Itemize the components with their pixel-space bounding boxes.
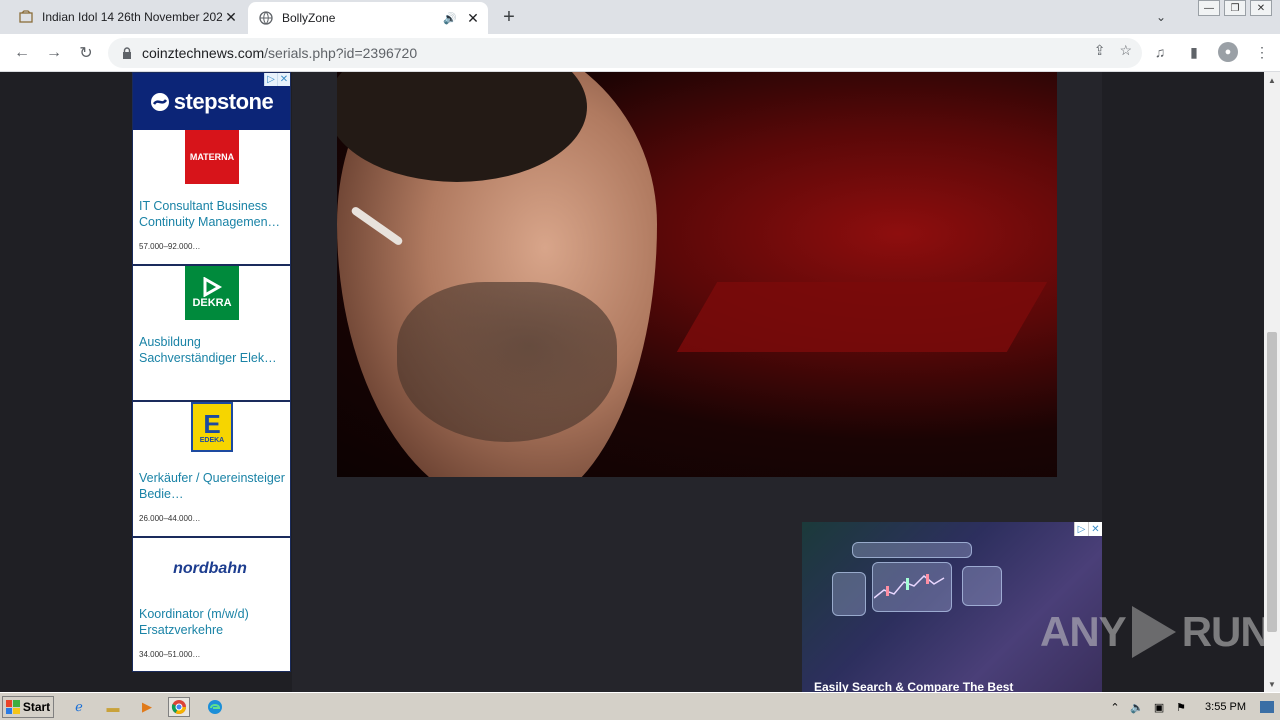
start-label: Start	[22, 700, 51, 714]
stepstone-brand: stepstone	[173, 88, 274, 114]
stepstone-logo-icon	[150, 92, 169, 111]
materna-logo: MATERNA	[185, 130, 239, 184]
volume-icon[interactable]: 🔈	[1129, 699, 1145, 715]
job-salary: 26.000–44.000…	[139, 514, 201, 523]
watermark-text-left: ANY	[1040, 608, 1127, 655]
speaker-icon[interactable]: 🔊	[442, 10, 458, 26]
share-icon[interactable]: ⇪	[1094, 42, 1106, 59]
windows-taskbar: Start ℯ ▬ ▶ ⌃ 🔈 ▣ ⚑ 3:55 PM	[0, 692, 1280, 720]
network-icon[interactable]: ▣	[1151, 699, 1167, 715]
menu-kebab-icon[interactable]: ⋮	[1252, 40, 1272, 64]
ad-choices[interactable]: ▷ ✕	[264, 73, 290, 86]
start-button[interactable]: Start	[2, 696, 54, 718]
tab-bollyzone[interactable]: BollyZone 🔊 ✕	[248, 2, 488, 34]
job-title[interactable]: IT Consultant Business Continuity Manage…	[139, 198, 287, 230]
back-arrow-icon[interactable]: ←	[10, 41, 34, 65]
show-desktop-icon[interactable]	[1260, 701, 1274, 713]
url-path: /serials.php?id=2396720	[264, 45, 418, 61]
chevron-up-icon[interactable]: ⌃	[1107, 699, 1123, 715]
adchoices-icon[interactable]: ▷	[264, 73, 277, 86]
url-host: coinztechnews.com	[142, 45, 265, 61]
job-salary: 57.000–92.000…	[139, 242, 201, 251]
video-player[interactable]	[337, 72, 1057, 477]
tab-title: BollyZone	[282, 11, 336, 25]
job-title[interactable]: Ausbildung Sachverständiger Elek…	[139, 334, 287, 366]
close-ad-icon[interactable]: ✕	[1088, 522, 1102, 536]
address-bar[interactable]: coinztechnews.com/serials.php?id=2396720…	[108, 38, 1142, 68]
chevron-down-icon[interactable]: ⌄	[1150, 6, 1172, 28]
close-window-button[interactable]: ✕	[1250, 0, 1272, 16]
profile-avatar-icon[interactable]: ●	[1218, 42, 1238, 62]
system-tray: ⌃ 🔈 ▣ ⚑ 3:55 PM	[1101, 695, 1280, 719]
forward-arrow-icon[interactable]: →	[42, 41, 66, 65]
scrollbar-thumb[interactable]	[1267, 332, 1277, 632]
lock-icon	[120, 46, 134, 60]
tab-indian-idol[interactable]: Indian Idol 14 26th November 2023 ✕	[8, 0, 246, 34]
scroll-up-arrow-icon[interactable]: ▲	[1264, 72, 1280, 88]
watermark-text-right: RUN	[1181, 608, 1264, 655]
edeka-logo: E EDEKA	[191, 402, 233, 452]
edge-icon[interactable]	[204, 697, 226, 717]
scroll-down-arrow-icon[interactable]: ▼	[1264, 676, 1280, 692]
job-title[interactable]: Verkäufer / Quereinsteiger Bedie…	[139, 470, 287, 502]
flag-icon[interactable]: ⚑	[1173, 699, 1189, 715]
side-panel-icon[interactable]: ▮	[1184, 40, 1204, 64]
browser-toolbar: ← → ↻ coinztechnews.com/serials.php?id=2…	[0, 34, 1280, 72]
close-tab-icon[interactable]: ✕	[222, 8, 240, 26]
clock[interactable]: 3:55 PM	[1205, 701, 1246, 713]
page-scrollbar[interactable]: ▲ ▼	[1264, 72, 1280, 692]
restore-button[interactable]: ❐	[1224, 0, 1246, 16]
close-ad-icon[interactable]: ✕	[277, 73, 290, 86]
window-controls: — ❐ ✕	[1198, 0, 1272, 16]
job-title[interactable]: Koordinator (m/w/d) Ersatzverkehre	[139, 606, 287, 638]
ad-choices[interactable]: ▷ ✕	[1074, 522, 1102, 536]
job-ad-item[interactable]: E EDEKA Verkäufer / Quereinsteiger Bedie…	[133, 402, 290, 538]
new-tab-button[interactable]: +	[498, 6, 520, 28]
job-salary: 34.000–51.000…	[139, 650, 201, 659]
media-control-icon[interactable]: ♫	[1150, 40, 1170, 64]
video-frame-beard	[397, 282, 617, 442]
ad-chart-panel	[962, 566, 1002, 606]
job-ad-item[interactable]: DEKRA Ausbildung Sachverständiger Elek…	[133, 266, 290, 402]
reload-icon[interactable]: ↻	[74, 41, 98, 65]
close-tab-icon[interactable]: ✕	[464, 9, 482, 27]
adchoices-icon[interactable]: ▷	[1074, 522, 1088, 536]
dekra-triangle-icon	[203, 277, 223, 297]
job-ad-item[interactable]: MATERNA IT Consultant Business Continuit…	[133, 130, 290, 266]
tab-strip: Indian Idol 14 26th November 2023 ✕ Boll…	[0, 0, 1280, 34]
job-ad-column[interactable]: stepstone ▷ ✕ MATERNA IT Consultant Busi…	[132, 72, 291, 672]
windows-logo-icon	[5, 700, 20, 714]
toolbar-actions: ♫ ▮ ● ⋮	[1150, 40, 1272, 64]
folder-icon[interactable]: ▬	[102, 697, 124, 717]
tab-title: Indian Idol 14 26th November 2023	[42, 10, 222, 24]
internet-explorer-icon[interactable]: ℯ	[68, 697, 90, 717]
media-player-icon[interactable]: ▶	[136, 697, 158, 717]
chrome-icon[interactable]	[168, 697, 190, 717]
page-icon	[18, 9, 34, 25]
anyrun-watermark: ANY RUN	[1040, 606, 1264, 658]
web-page: stepstone ▷ ✕ MATERNA IT Consultant Busi…	[0, 72, 1264, 692]
edeka-logo-text: EDEKA	[199, 436, 225, 444]
edeka-e-icon: E	[203, 408, 221, 439]
ad-caption[interactable]: Easily Search & Compare The Best	[814, 680, 1013, 692]
nordbahn-logo: nordbahn	[173, 560, 247, 577]
ad-chart-panel	[832, 572, 866, 616]
video-frame-background	[676, 282, 1048, 352]
ad-candlestick-graphic	[874, 574, 945, 599]
globe-icon	[258, 10, 274, 26]
job-ad-item[interactable]: nordbahn Koordinator (m/w/d) Ersatzverke…	[133, 538, 290, 674]
omnibox-actions: ⇪ ☆	[1094, 42, 1132, 59]
dekra-logo-text: DEKRA	[192, 297, 232, 309]
dekra-logo: DEKRA	[185, 266, 239, 320]
minimize-button[interactable]: —	[1198, 0, 1220, 16]
ad-chart-panel	[852, 542, 972, 558]
star-icon[interactable]: ☆	[1119, 42, 1132, 59]
play-triangle-icon	[1131, 606, 1176, 658]
